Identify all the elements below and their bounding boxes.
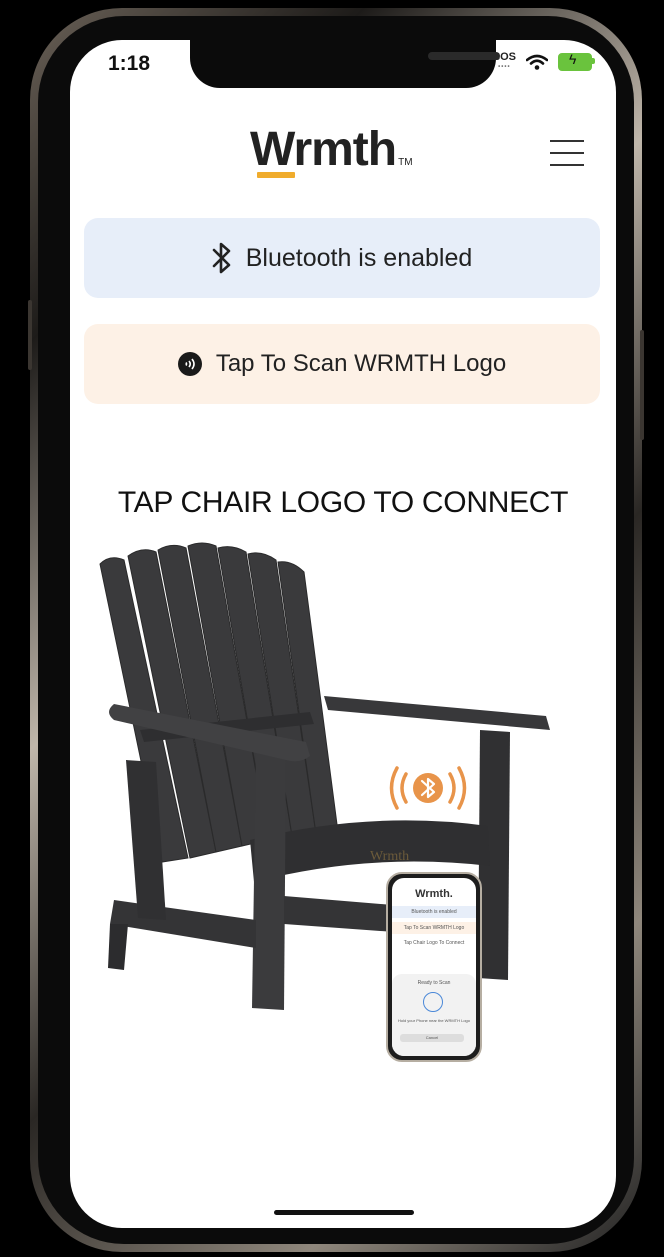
bluetooth-broadcast-icon (389, 766, 467, 810)
status-time: 1:18 (108, 52, 151, 75)
scan-logo-button[interactable]: Tap To Scan WRMTH Logo (84, 324, 600, 404)
side-button-right (640, 330, 644, 440)
demo-phone-icon (423, 992, 443, 1012)
wifi-icon (526, 54, 548, 70)
scan-logo-label: Tap To Scan WRMTH Logo (215, 350, 507, 377)
notch (190, 40, 500, 88)
app-logo[interactable]: Wrmth TM (250, 122, 413, 177)
demo-sheet-text: Hold your Phone near the WRMTH Logo (397, 1018, 471, 1023)
demo-logo: Wrmth. (415, 888, 453, 900)
signal-dots: •••• (498, 64, 511, 70)
nfc-icon (177, 352, 202, 376)
logo-trademark: TM (398, 157, 413, 168)
battery-charging-icon: ϟ (558, 51, 595, 71)
bluetooth-status-label: Bluetooth is enabled (245, 243, 473, 272)
adirondack-chair-image: Wrmth (99, 542, 550, 1010)
bluetooth-icon (212, 241, 232, 275)
demo-cancel-button: Cancel (400, 1034, 464, 1042)
demo-bluetooth-row: Bluetooth is enabled (392, 906, 476, 918)
status-icons: SOS •••• ϟ (493, 51, 595, 72)
demo-scan-row: Tap To Scan WRMTH Logo (392, 922, 476, 934)
demo-phone-image: Wrmth. Bluetooth is enabled Tap To Scan … (386, 872, 482, 1062)
logo-text: Wrmth (250, 123, 397, 176)
home-indicator[interactable] (274, 1210, 414, 1215)
side-button-left (28, 300, 32, 370)
chair-logo-text: Wrmth (370, 849, 409, 864)
demo-sheet-title: Ready to Scan (417, 980, 451, 986)
demo-headline: Tap Chair Logo To Connect (403, 940, 465, 946)
app-screen: 1:18 SOS •••• ϟ Wrmth TM Bluetooth is ena… (70, 40, 616, 1228)
logo-accent-bar (257, 172, 295, 178)
demo-phone-screen: Wrmth. Bluetooth is enabled Tap To Scan … (392, 878, 476, 1056)
bluetooth-status-card[interactable]: Bluetooth is enabled (84, 218, 600, 298)
connect-instruction: TAP CHAIR LOGO TO CONNECT (117, 486, 569, 519)
hamburger-menu-icon[interactable] (550, 140, 584, 166)
speaker-grille (428, 52, 500, 60)
demo-scan-sheet: Ready to Scan Hold your Phone near the W… (392, 974, 476, 1056)
